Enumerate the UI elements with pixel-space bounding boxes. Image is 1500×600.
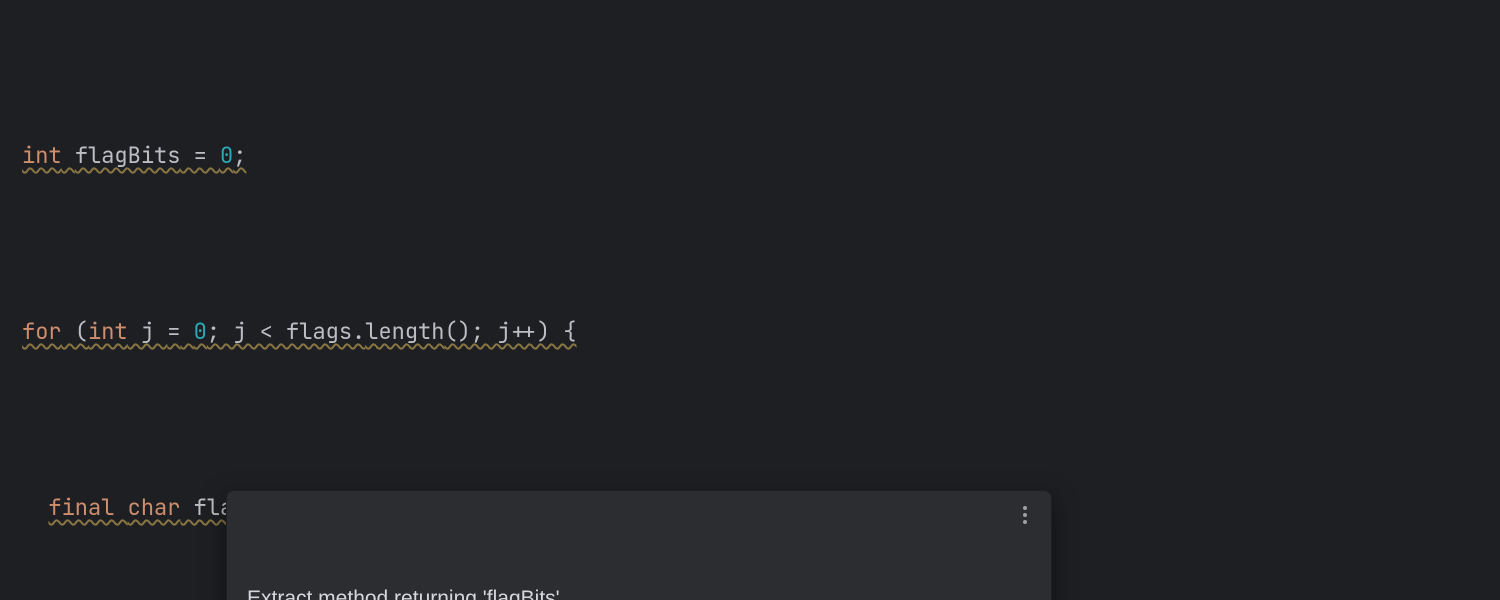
keyword: final (48, 493, 114, 522)
intention-popup: Extract method returning 'flagBits' Extr… (226, 490, 1052, 600)
keyword: int (22, 141, 62, 170)
popup-title: Extract method returning 'flagBits' (247, 585, 1033, 600)
method-call: length (365, 317, 444, 346)
code-line[interactable]: for (int j = 0; j < flags.length(); j++)… (0, 310, 1500, 354)
identifier: flagBits (75, 141, 181, 170)
code-editor[interactable]: int flagBits = 0; for (int j = 0; j < fl… (0, 0, 1500, 600)
number-literal: 0 (194, 317, 207, 346)
keyword: for (22, 317, 62, 346)
more-options-icon[interactable] (1011, 501, 1039, 529)
keyword: char (128, 493, 181, 522)
number-literal: 0 (220, 141, 233, 170)
code-line[interactable]: int flagBits = 0; (0, 134, 1500, 178)
keyword: int (88, 317, 128, 346)
